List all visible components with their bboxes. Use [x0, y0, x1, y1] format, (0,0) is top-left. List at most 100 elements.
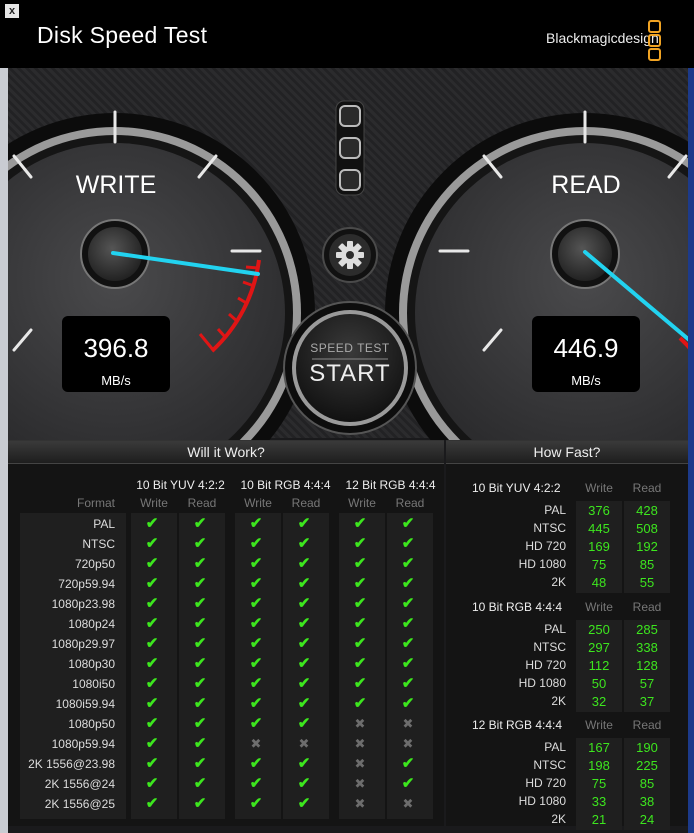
table-row: PAL 376 428: [446, 503, 688, 521]
check-icon: ✔: [193, 535, 207, 552]
table-row: HD 720 75 85: [446, 776, 688, 794]
table-row: HD 1080 33 38: [446, 794, 688, 812]
window-title: Disk Speed Test: [37, 22, 208, 48]
check-icon: ✔: [401, 595, 415, 612]
read-column-header: Read: [632, 718, 662, 732]
brand-logo-text: Blackmagicdesign: [546, 30, 659, 46]
check-icon: ✔: [297, 715, 311, 732]
cross-icon: ✖: [354, 736, 366, 751]
write-gauge-label: WRITE: [75, 171, 157, 199]
read-speed-value: 24: [639, 812, 655, 827]
check-icon: ✔: [353, 515, 367, 532]
check-icon: ✔: [401, 615, 415, 632]
start-button-top-label: SPEED TEST: [310, 341, 390, 355]
write-speed-value: 169: [588, 539, 610, 554]
table-row: PAL 167 190: [446, 740, 688, 758]
check-icon: ✔: [145, 755, 159, 772]
window-size-icon[interactable]: [335, 100, 365, 196]
check-icon: ✔: [297, 755, 311, 772]
table-row: HD 720 112 128: [446, 658, 688, 676]
cross-icon: ✖: [402, 796, 414, 811]
cross-icon: ✖: [354, 716, 366, 731]
format-label: PAL: [544, 740, 566, 754]
cross-icon: ✖: [354, 796, 366, 811]
table-row: 1080p30 ✔ ✔ ✔ ✔ ✔ ✔: [8, 654, 444, 674]
table-row: NTSC 198 225: [446, 758, 688, 776]
check-icon: ✔: [193, 775, 207, 792]
check-icon: ✔: [193, 675, 207, 692]
check-icon: ✔: [249, 715, 263, 732]
check-icon: ✔: [401, 655, 415, 672]
check-icon: ✔: [297, 515, 311, 532]
gear-icon[interactable]: [322, 227, 378, 283]
write-speed-value: 48: [591, 575, 607, 590]
check-icon: ✔: [297, 575, 311, 592]
check-icon: ✔: [297, 555, 311, 572]
format-label: 2K 1556@23.98: [28, 757, 115, 771]
read-speed-value: 225: [636, 758, 658, 773]
format-label: 1080i59.94: [55, 697, 115, 711]
check-icon: ✔: [145, 535, 159, 552]
check-icon: ✔: [297, 635, 311, 652]
check-icon: ✔: [353, 695, 367, 712]
check-icon: ✔: [145, 675, 159, 692]
how-fast-panel: How Fast? 10 Bit YUV 4:2:2 Write Read PAL 37…: [446, 440, 688, 830]
check-icon: ✔: [401, 635, 415, 652]
group-title: 12 Bit RGB 4:4:4: [472, 718, 563, 732]
table-row: 720p59.94 ✔ ✔ ✔ ✔ ✔ ✔: [8, 574, 444, 594]
check-icon: ✔: [145, 775, 159, 792]
table-row: 1080p24 ✔ ✔ ✔ ✔ ✔ ✔: [8, 614, 444, 634]
write-speed-value: 167: [588, 740, 610, 755]
table-row: 2K 1556@24 ✔ ✔ ✔ ✔ ✖ ✔: [8, 774, 444, 794]
check-icon: ✔: [145, 595, 159, 612]
check-icon: ✔: [297, 535, 311, 552]
group-title: 10 Bit YUV 4:2:2: [136, 478, 225, 492]
start-button[interactable]: SPEED TEST START: [300, 334, 400, 394]
read-speed-value: 85: [639, 557, 655, 572]
write-speed-value: 396.8: [83, 333, 149, 363]
group-title: 10 Bit RGB 4:4:4: [472, 600, 563, 614]
check-icon: ✔: [249, 775, 263, 792]
check-icon: ✔: [297, 615, 311, 632]
close-icon[interactable]: x: [5, 4, 19, 18]
format-label: 2K 1556@24: [44, 777, 115, 791]
check-icon: ✔: [193, 555, 207, 572]
check-icon: ✔: [249, 635, 263, 652]
table-row: NTSC ✔ ✔ ✔ ✔ ✔ ✔: [8, 534, 444, 554]
check-icon: ✔: [193, 695, 207, 712]
table-row: 2K 48 55: [446, 575, 688, 593]
format-label: 2K: [551, 694, 566, 708]
check-icon: ✔: [145, 555, 159, 572]
check-icon: ✔: [193, 515, 207, 532]
check-icon: ✔: [249, 535, 263, 552]
write-speed-value: 21: [591, 812, 607, 827]
table-row: PAL 250 285: [446, 622, 688, 640]
check-icon: ✔: [249, 555, 263, 572]
check-icon: ✔: [193, 795, 207, 812]
check-icon: ✔: [249, 655, 263, 672]
table-row: 1080p59.94 ✔ ✔ ✖ ✖ ✖ ✖: [8, 734, 444, 754]
table-row: 2K 1556@25 ✔ ✔ ✔ ✔ ✖ ✖: [8, 794, 444, 814]
check-icon: ✔: [249, 515, 263, 532]
group-title: 12 Bit RGB 4:4:4: [345, 478, 436, 492]
format-label: HD 720: [525, 658, 566, 672]
check-icon: ✔: [193, 755, 207, 772]
background-window-edge: [0, 68, 8, 833]
start-button-label: START: [309, 360, 391, 387]
read-speed-value: 55: [639, 575, 655, 590]
read-speed-value: 508: [636, 521, 658, 536]
check-icon: ✔: [353, 615, 367, 632]
write-column-header: Write: [140, 496, 168, 510]
check-icon: ✔: [353, 635, 367, 652]
format-label: 2K: [551, 575, 566, 589]
table-row: 2K 1556@23.98 ✔ ✔ ✔ ✔ ✖ ✔: [8, 754, 444, 774]
check-icon: ✔: [145, 515, 159, 532]
read-gauge-label: READ: [551, 171, 621, 199]
format-label: 1080p24: [68, 617, 115, 631]
write-speed-value: 376: [588, 503, 610, 518]
write-column-header: Write: [585, 481, 613, 495]
check-icon: ✔: [249, 695, 263, 712]
check-icon: ✔: [145, 795, 159, 812]
format-label: 2K 1556@25: [44, 797, 115, 811]
desktop-edge: [688, 68, 694, 833]
